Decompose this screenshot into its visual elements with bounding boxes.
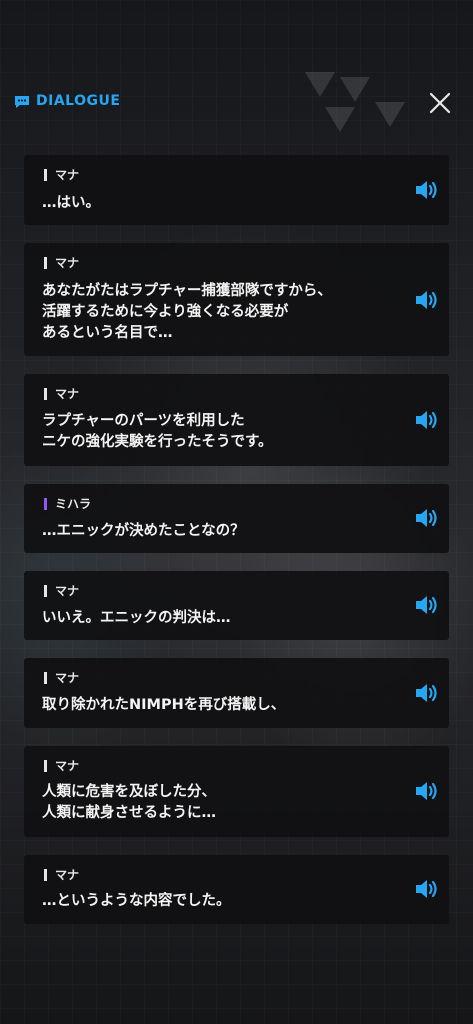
dialogue-text: あなたがたはラプチャー捕獲部隊ですから、 活躍するために今より強くなる必要が あ… bbox=[42, 283, 332, 341]
dialogue-text: …というような内容でした。 bbox=[42, 893, 231, 909]
speaker-icon[interactable] bbox=[413, 178, 441, 202]
dialogue-entry: ミハラ …エニックが決めたことなの？ bbox=[24, 484, 449, 553]
speaker-icon[interactable] bbox=[413, 779, 441, 803]
close-icon[interactable] bbox=[427, 90, 453, 116]
dialogue-text: いいえ。エニックの判決は… bbox=[42, 610, 231, 626]
speaker-icon[interactable] bbox=[413, 877, 441, 901]
speaker-icon[interactable] bbox=[413, 288, 441, 312]
speaker-label: マナ bbox=[55, 868, 80, 882]
speaker-label: マナ bbox=[55, 584, 80, 598]
speaker-label: マナ bbox=[55, 168, 80, 182]
speaker-label: ミハラ bbox=[55, 497, 92, 511]
dialogue-entry: マナ …はい。 bbox=[24, 155, 449, 225]
dialogue-entry: マナ …というような内容でした。 bbox=[24, 855, 449, 924]
speaker-name: マナ bbox=[44, 254, 79, 271]
speaker-icon[interactable] bbox=[413, 681, 441, 705]
dialogue-entry: マナ 人類に危害を及ぼした分、 人類に献身させるように… bbox=[24, 746, 449, 837]
speaker-name: マナ bbox=[44, 166, 79, 183]
dialogue-entry: マナ ラプチャーのパーツを利用した ニケの強化実験を行ったそうです。 bbox=[24, 374, 449, 466]
speaker-marker bbox=[44, 256, 47, 269]
speaker-marker bbox=[44, 759, 47, 772]
speaker-marker bbox=[44, 584, 47, 597]
dialogue-text: 取り除かれたNIMPHを再び搭載し、 bbox=[42, 697, 286, 713]
speaker-icon[interactable] bbox=[413, 593, 441, 617]
speaker-name: マナ bbox=[44, 757, 79, 774]
chat-bubble-icon bbox=[15, 96, 29, 108]
speaker-name: ミハラ bbox=[44, 495, 91, 512]
speaker-label: マナ bbox=[55, 256, 80, 270]
dialogue-text: ラプチャーのパーツを利用した ニケの強化実験を行ったそうです。 bbox=[42, 413, 273, 450]
speaker-name: マナ bbox=[44, 866, 79, 883]
speaker-marker bbox=[44, 497, 47, 510]
speaker-icon[interactable] bbox=[413, 408, 441, 432]
dialogue-header: DIALOGUE bbox=[0, 86, 473, 122]
speaker-label: マナ bbox=[55, 671, 80, 685]
speaker-name: マナ bbox=[44, 669, 79, 686]
speaker-marker bbox=[44, 387, 47, 400]
speaker-name: マナ bbox=[44, 582, 79, 599]
speaker-label: マナ bbox=[55, 759, 80, 773]
dialogue-text: …エニックが決めたことなの？ bbox=[42, 523, 245, 539]
speaker-icon[interactable] bbox=[413, 506, 441, 530]
dialogue-entry: マナ あなたがたはラプチャー捕獲部隊ですから、 活躍するために今より強くなる必要… bbox=[24, 243, 449, 356]
dialogue-text: …はい。 bbox=[42, 195, 100, 211]
dialogue-title: DIALOGUE bbox=[36, 93, 121, 109]
speaker-marker bbox=[44, 671, 47, 684]
dialogue-text: 人類に危害を及ぼした分、 人類に献身させるように… bbox=[42, 784, 216, 821]
speaker-marker bbox=[44, 168, 47, 181]
dialogue-entry: マナ 取り除かれたNIMPHを再び搭載し、 bbox=[24, 658, 449, 728]
speaker-label: マナ bbox=[55, 387, 80, 401]
speaker-marker bbox=[44, 868, 47, 881]
speaker-name: マナ bbox=[44, 385, 79, 402]
dialogue-entry: マナ いいえ。エニックの判決は… bbox=[24, 571, 449, 640]
